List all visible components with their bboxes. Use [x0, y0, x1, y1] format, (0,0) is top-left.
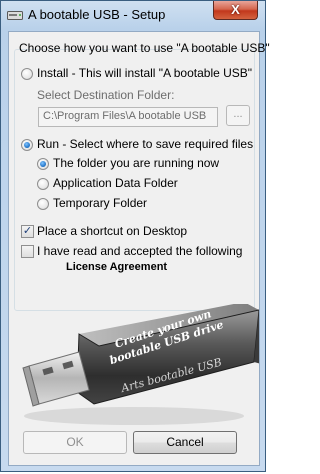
title-bar[interactable]: A bootable USB - Setup X	[1, 1, 265, 31]
destination-label: Select Destination Folder:	[37, 88, 175, 102]
appdata-folder-radio[interactable]	[37, 178, 49, 190]
groupbox-title: Choose how you want to use "A bootable U…	[19, 41, 270, 55]
setup-window: A bootable USB - Setup X Choose how you …	[0, 0, 270, 472]
shortcut-label[interactable]: Place a shortcut on Desktop	[37, 224, 187, 238]
dialog-body: Choose how you want to use "A bootable U…	[8, 31, 270, 466]
run-radio[interactable]	[21, 139, 33, 151]
appdata-folder-label[interactable]: Application Data Folder	[53, 176, 178, 190]
drive-icon	[7, 11, 23, 20]
run-label[interactable]: Run - Select where to save required file…	[37, 137, 253, 151]
ok-button[interactable]: OK	[23, 431, 127, 454]
install-radio[interactable]	[21, 68, 33, 80]
current-folder-label[interactable]: The folder you are running now	[53, 156, 219, 170]
license-checkbox[interactable]	[21, 245, 34, 258]
destination-field[interactable]: C:\Program Files\A bootable USB	[38, 107, 218, 127]
cancel-button[interactable]: Cancel	[133, 431, 237, 454]
current-folder-radio[interactable]	[37, 158, 49, 170]
temp-folder-label[interactable]: Temporary Folder	[53, 196, 147, 210]
temp-folder-radio[interactable]	[37, 198, 49, 210]
install-label[interactable]: Install - This will install "A bootable …	[37, 66, 252, 80]
close-icon: X	[231, 2, 240, 17]
shortcut-checkbox[interactable]: ✓	[21, 225, 34, 238]
window-title: A bootable USB - Setup	[28, 7, 166, 22]
license-label[interactable]: I have read and accepted the following	[37, 244, 242, 258]
license-agreement-link[interactable]: License Agreement	[66, 261, 167, 273]
browse-button[interactable]: ...	[226, 105, 250, 126]
close-button[interactable]: X	[213, 1, 258, 20]
usb-drive-graphic: Create your own bootable USB drive Arts …	[22, 304, 259, 425]
